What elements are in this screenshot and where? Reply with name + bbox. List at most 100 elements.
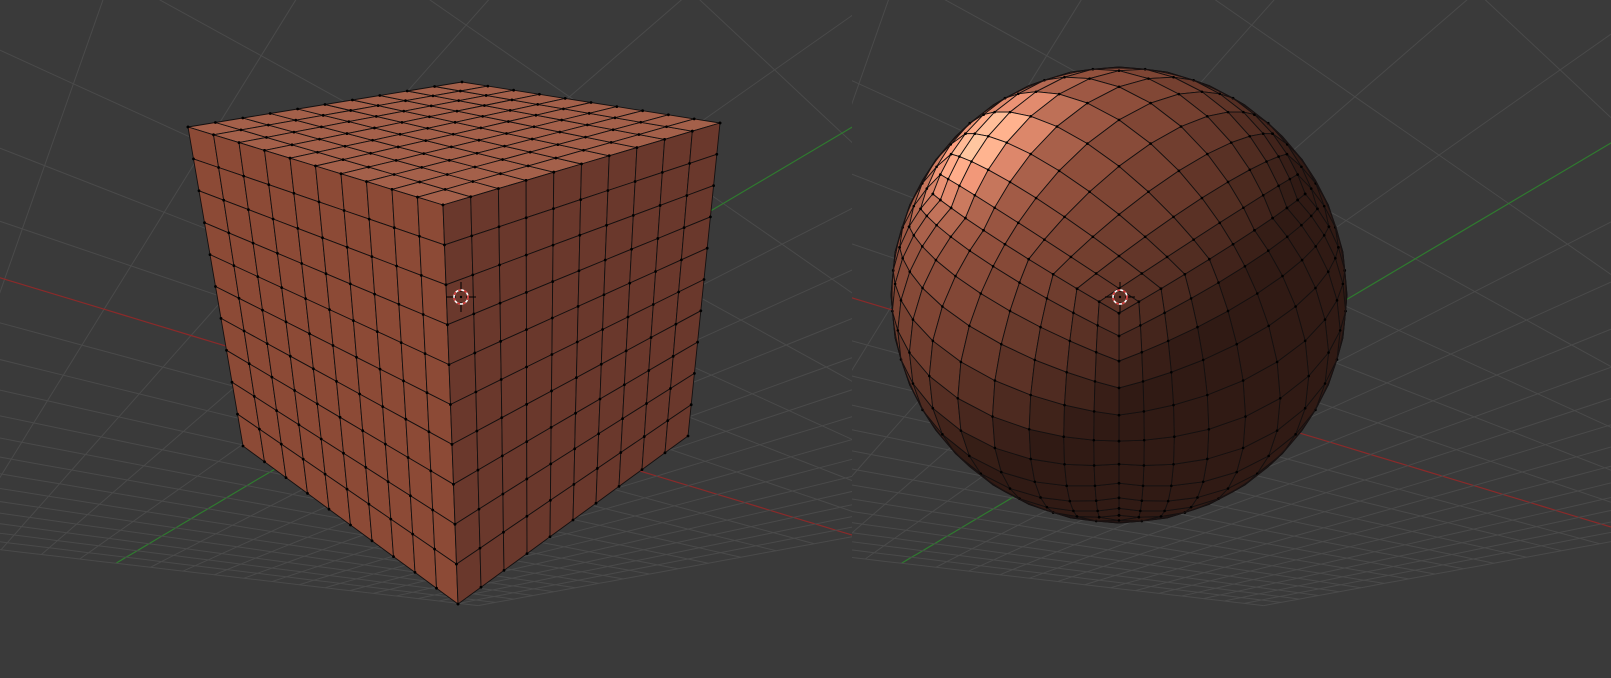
viewport-canvas-right[interactable] [852, 0, 1611, 678]
mesh-vertex [1265, 160, 1268, 163]
mesh-vertex [421, 313, 425, 316]
mesh-vertex [429, 469, 433, 473]
mesh-vertex [1045, 505, 1049, 509]
mesh-vertex [934, 258, 938, 262]
mesh-vertex [898, 246, 901, 249]
mesh-vertex [563, 97, 567, 100]
mesh-vertex [549, 426, 553, 429]
mesh-vertex [587, 111, 591, 115]
mesh-vertex [1086, 101, 1089, 105]
mesh-vertex [1097, 515, 1101, 519]
viewport-left[interactable] [0, 0, 852, 678]
mesh-vertex [1142, 464, 1146, 467]
mesh-vertex [270, 375, 274, 379]
mesh-vertex [378, 367, 382, 371]
mesh-vertex [968, 324, 971, 328]
mesh-vertex [239, 128, 243, 132]
cube-left-face[interactable] [186, 125, 460, 606]
mesh-vertex [475, 429, 479, 433]
mesh-vertex [702, 278, 706, 281]
mesh-vertex [1335, 299, 1339, 302]
mesh-vertex [611, 128, 615, 132]
mesh-vertex [296, 227, 300, 230]
mesh-vertex [1267, 454, 1270, 458]
mesh-vertex [718, 121, 722, 125]
mesh-vertex [621, 417, 624, 421]
mesh-vertex [921, 245, 924, 248]
mesh-vertex [693, 372, 696, 375]
mesh-vertex [1093, 484, 1097, 488]
mesh-vertex [1057, 169, 1061, 173]
mesh-vertex [405, 89, 409, 93]
viewport-right[interactable] [852, 0, 1611, 678]
mesh-vertex [1039, 325, 1042, 329]
mesh-vertex [1149, 142, 1152, 145]
mesh-vertex [1137, 515, 1141, 519]
mesh-vertex [1147, 190, 1150, 194]
mesh-vertex [1327, 351, 1330, 354]
mesh-vertex [290, 143, 294, 147]
mesh-vertex [656, 237, 660, 240]
mesh-vertex [265, 135, 268, 139]
mesh-vertex [345, 245, 349, 249]
mesh-vertex [1322, 204, 1326, 208]
mesh-vertex [536, 102, 540, 106]
mesh-vertex [422, 152, 426, 156]
mesh-vertex [266, 123, 270, 127]
mesh-vertex [601, 328, 604, 331]
mesh-vertex [1231, 242, 1235, 246]
mesh-vertex [1094, 272, 1098, 275]
mesh-vertex [626, 315, 630, 319]
mesh-vertex [958, 184, 961, 188]
mesh-vertex [958, 155, 961, 158]
mesh-vertex [323, 103, 327, 106]
mesh-vertex [396, 145, 400, 149]
mesh-vertex [256, 275, 260, 278]
mesh-vertex [247, 362, 251, 366]
mesh-vertex [331, 344, 335, 347]
mesh-vertex [705, 246, 709, 250]
mesh-vertex [1117, 481, 1121, 485]
mesh-vertex [1206, 457, 1209, 461]
sphere-mesh[interactable] [890, 66, 1348, 524]
mesh-vertex [470, 234, 474, 238]
mesh-vertex [1261, 132, 1265, 136]
mesh-face [1143, 436, 1175, 466]
mesh-vertex [993, 379, 997, 382]
mesh-vertex [1244, 415, 1247, 418]
mesh-vertex [258, 427, 261, 431]
mesh-vertex [349, 523, 352, 527]
mesh-vertex [409, 494, 412, 498]
mesh-vertex [1034, 90, 1038, 94]
cube-right-face[interactable] [441, 121, 722, 606]
mesh-vertex [1069, 255, 1073, 259]
mesh-vertex [242, 174, 246, 178]
mesh-face [1118, 410, 1145, 442]
mesh-vertex [306, 492, 309, 495]
mesh-vertex [420, 166, 424, 169]
mesh-vertex [232, 264, 236, 267]
mesh-vertex [579, 198, 583, 202]
mesh-face [1066, 485, 1097, 502]
mesh-vertex [1172, 403, 1175, 407]
mesh-vertex [1094, 350, 1098, 354]
mesh-vertex [1016, 92, 1020, 96]
mesh-vertex [1206, 152, 1209, 156]
mesh-vertex [688, 161, 691, 165]
mesh-vertex [1092, 438, 1096, 442]
mesh-vertex [1323, 382, 1327, 385]
mesh-vertex [956, 396, 960, 400]
mesh-vertex [667, 113, 670, 117]
mesh-vertex [1300, 223, 1303, 227]
viewport-canvas-left[interactable] [0, 0, 852, 678]
cube-mesh[interactable] [186, 80, 722, 606]
mesh-vertex [1166, 339, 1170, 343]
mesh-vertex [452, 482, 455, 486]
mesh-vertex [986, 134, 990, 138]
mesh-vertex [280, 286, 284, 289]
mesh-vertex [242, 329, 246, 333]
mesh-vertex [342, 451, 345, 455]
mesh-vertex [292, 191, 296, 195]
mesh-vertex [552, 207, 555, 211]
mesh-vertex [324, 272, 328, 276]
